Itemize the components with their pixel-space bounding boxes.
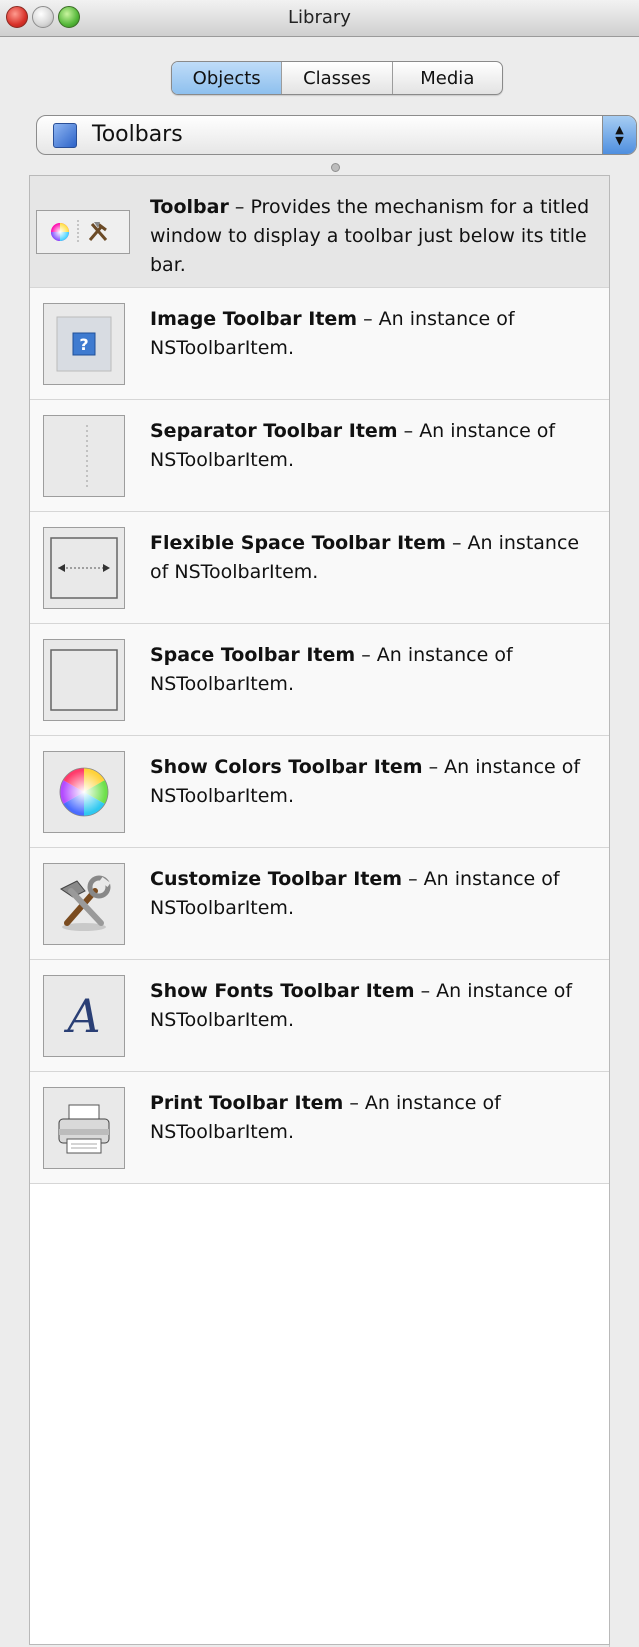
toolbar-icon — [36, 210, 130, 254]
list-item-show-colors-toolbar-item[interactable]: Show Colors Toolbar Item – An instance o… — [30, 736, 609, 848]
tab-media[interactable]: Media — [393, 62, 502, 94]
list-item-space-toolbar-item[interactable]: Space Toolbar Item – An instance of NSTo… — [30, 624, 609, 736]
list-item-separator-toolbar-item[interactable]: Separator Toolbar Item – An instance of … — [30, 400, 609, 512]
library-tabs: Objects Classes Media — [171, 61, 503, 95]
printer-icon — [43, 1087, 125, 1169]
splitter-handle[interactable] — [331, 163, 340, 172]
scrollbar-track[interactable] — [609, 175, 639, 1647]
item-name: Image Toolbar Item — [150, 308, 358, 330]
space-icon — [43, 639, 125, 721]
list-item-print-toolbar-item[interactable]: Print Toolbar Item – An instance of NSTo… — [30, 1072, 609, 1184]
item-name: Print Toolbar Item — [150, 1092, 344, 1114]
item-name: Space Toolbar Item — [150, 644, 356, 666]
category-popup[interactable]: Toolbars ▲ ▼ — [36, 115, 637, 155]
tab-objects[interactable]: Objects — [172, 62, 283, 94]
list-item-text: Show Fonts Toolbar Item – An instance of… — [150, 977, 600, 1035]
image-item-icon: ? — [43, 303, 125, 385]
flexible-space-icon — [43, 527, 125, 609]
font-glyph: A — [67, 989, 101, 1043]
item-name: Toolbar — [150, 196, 229, 218]
list-item-text: Print Toolbar Item – An instance of NSTo… — [150, 1089, 600, 1147]
list-item-text: Show Colors Toolbar Item – An instance o… — [150, 753, 600, 811]
list-item-text: Customize Toolbar Item – An instance of … — [150, 865, 600, 923]
item-name: Flexible Space Toolbar Item — [150, 532, 446, 554]
item-name: Show Fonts Toolbar Item — [150, 980, 415, 1002]
item-name: Customize Toolbar Item — [150, 868, 403, 890]
tools-icon — [43, 863, 125, 945]
list-item-text: Separator Toolbar Item – An instance of … — [150, 417, 600, 475]
list-item-customize-toolbar-item[interactable]: Customize Toolbar Item – An instance of … — [30, 848, 609, 960]
title-bar: Library — [0, 0, 639, 37]
list-item-text: Image Toolbar Item – An instance of NSTo… — [150, 305, 600, 363]
list-item-text: Space Toolbar Item – An instance of NSTo… — [150, 641, 600, 699]
popup-stepper-icon[interactable]: ▲ ▼ — [602, 116, 636, 154]
window-title: Library — [288, 7, 351, 28]
folder-blue-icon — [53, 123, 77, 148]
color-wheel-icon — [43, 751, 125, 833]
list-item-show-fonts-toolbar-item[interactable]: A Show Fonts Toolbar Item – An instance … — [30, 960, 609, 1072]
list-item-text: Toolbar – Provides the mechanism for a t… — [150, 193, 600, 280]
list-item-image-toolbar-item[interactable]: ? Image Toolbar Item – An instance of NS… — [30, 288, 609, 400]
list-item-text: Flexible Space Toolbar Item – An instanc… — [150, 529, 600, 587]
list-item-flexible-space-toolbar-item[interactable]: Flexible Space Toolbar Item – An instanc… — [30, 512, 609, 624]
tab-classes[interactable]: Classes — [282, 62, 393, 94]
object-list: Toolbar – Provides the mechanism for a t… — [29, 175, 610, 1645]
item-name: Show Colors Toolbar Item — [150, 756, 423, 778]
category-popup-label: Toolbars — [92, 122, 183, 147]
item-name: Separator Toolbar Item — [150, 420, 398, 442]
separator-icon — [43, 415, 125, 497]
svg-text:?: ? — [79, 335, 88, 354]
list-item-toolbar[interactable]: Toolbar – Provides the mechanism for a t… — [30, 176, 609, 288]
font-icon: A — [43, 975, 125, 1057]
